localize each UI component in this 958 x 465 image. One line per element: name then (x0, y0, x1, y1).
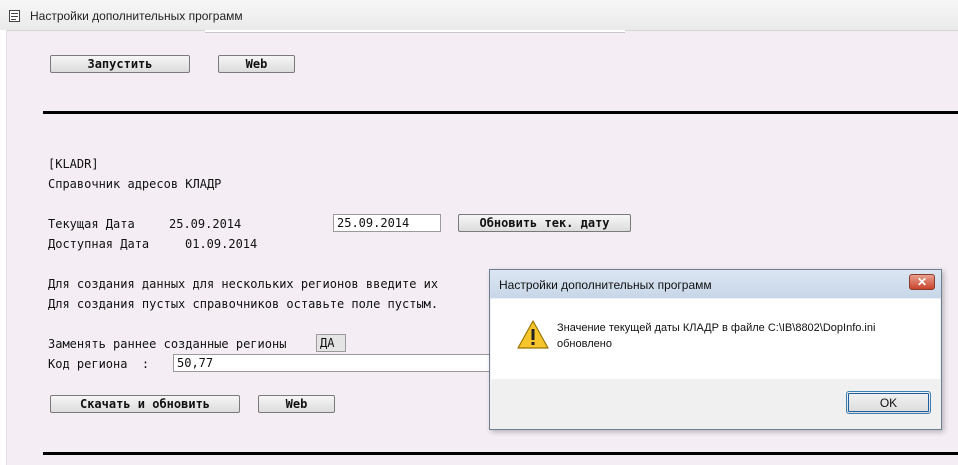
hint-line-2: Для создания пустых справочников оставьт… (48, 297, 439, 311)
current-date-label: Текущая Дата (48, 217, 135, 231)
web-button-top[interactable]: Web (218, 55, 295, 73)
section-divider (43, 111, 958, 114)
hint-line-1: Для создания данных для нескольких регио… (48, 277, 439, 291)
top-input-field[interactable] (205, 30, 625, 33)
dialog-message-line-2: обновлено (557, 338, 612, 350)
replace-regions-label: Заменять раннее созданные регионы (48, 337, 287, 351)
warning-icon (517, 320, 549, 349)
dialog-message-line-1: Значение текущей даты КЛАДР в файле C:\I… (557, 322, 876, 334)
dialog-close-button[interactable]: ✕ (909, 274, 935, 290)
app-icon (9, 10, 20, 22)
web-button-kladr[interactable]: Web (258, 395, 335, 413)
available-date-label: Доступная Дата (48, 237, 150, 251)
dialog-message: Значение текущей даты КЛАДР в файле C:\I… (557, 320, 927, 352)
download-update-button[interactable]: Скачать и обновить (50, 395, 240, 413)
dialog-title: Настройки дополнительных программ (499, 278, 712, 292)
info-dialog: Настройки дополнительных программ ✕ Знач… (489, 269, 942, 430)
window-titlebar: Настройки дополнительных программ (0, 0, 958, 31)
dialog-body: Значение текущей даты КЛАДР в файле C:\I… (491, 299, 940, 379)
run-button[interactable]: Запустить (50, 55, 190, 73)
current-date-value: 25.09.2014 (169, 217, 242, 231)
bottom-divider (43, 452, 958, 455)
left-border (0, 30, 7, 465)
region-code-label: Код региона : (48, 357, 150, 371)
available-date-value: 01.09.2014 (185, 237, 258, 251)
kladr-section-tag: [KLADR] (48, 157, 99, 171)
kladr-heading: Справочник адресов КЛАДР (48, 177, 222, 191)
update-date-button[interactable]: Обновить тек. дату (458, 214, 631, 232)
dialog-ok-button[interactable]: OK (846, 391, 931, 414)
dialog-titlebar: Настройки дополнительных программ ✕ (490, 270, 941, 298)
region-code-input[interactable]: 50,77 (173, 354, 491, 372)
current-date-input[interactable]: 25.09.2014 (333, 214, 441, 232)
replace-regions-field[interactable]: ДА (316, 334, 346, 352)
window-title: Настройки дополнительных программ (30, 9, 243, 23)
